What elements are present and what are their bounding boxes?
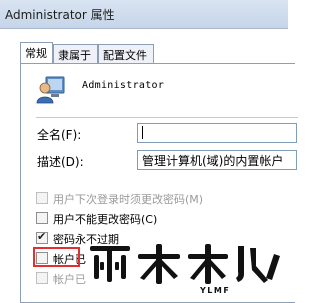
user-name: Administrator — [82, 80, 165, 91]
tab-general[interactable]: 常规 — [20, 42, 53, 63]
description-label: 描述(D): — [37, 155, 84, 169]
checkbox-account-locked[interactable] — [36, 272, 48, 284]
tab-profile-label: 配置文件 — [103, 49, 147, 62]
checkbox-must-change-password[interactable] — [36, 192, 48, 204]
fullname-label: 全名(F): — [37, 128, 82, 142]
option-label: 帐户已 — [53, 273, 86, 286]
svg-text:YLMF: YLMF — [199, 286, 230, 295]
window-titlebar[interactable]: Administrator 属性 — [0, 0, 288, 29]
tab-member-of[interactable]: 隶属于 — [53, 44, 98, 63]
separator — [36, 117, 298, 118]
window-title: Administrator 属性 — [5, 8, 115, 22]
option-label: 用户下次登录时须更改密码(M) — [53, 193, 204, 206]
checkbox-password-never-expires[interactable] — [36, 230, 48, 244]
watermark-logo: YLMF — [90, 244, 280, 295]
checkbox-cannot-change-password[interactable] — [36, 212, 48, 224]
user-icon — [36, 76, 65, 104]
fullname-input[interactable] — [137, 123, 297, 143]
description-value: 管理计算机(域)的内置帐户 — [142, 154, 284, 168]
tab-member-of-label: 隶属于 — [58, 49, 91, 62]
tab-general-label: 常规 — [25, 47, 47, 60]
text-caret — [142, 126, 143, 139]
highlight-box — [33, 247, 80, 267]
description-input[interactable]: 管理计算机(域)的内置帐户 — [137, 150, 297, 170]
option-label: 用户不能更改密码(C) — [53, 213, 158, 226]
tab-profile[interactable]: 配置文件 — [98, 44, 154, 63]
